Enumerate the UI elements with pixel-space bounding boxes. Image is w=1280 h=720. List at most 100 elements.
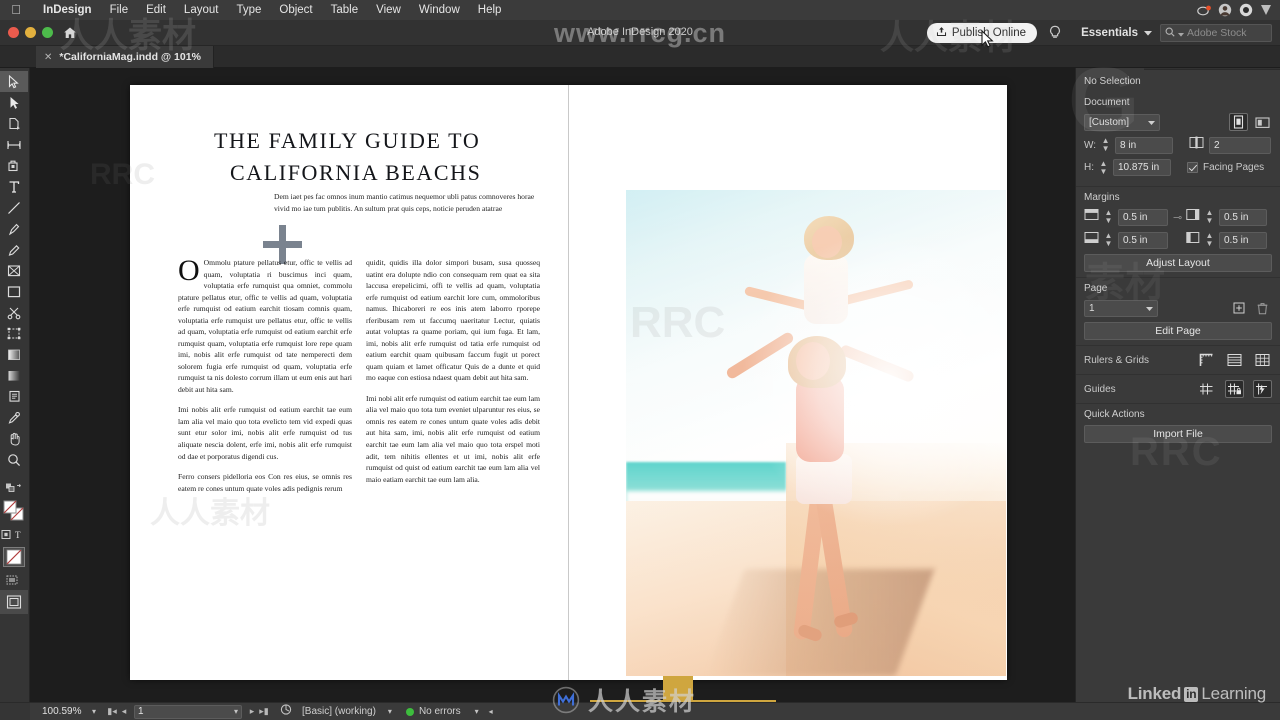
beach-photo-frame[interactable]	[626, 190, 1006, 676]
menu-table[interactable]: Table	[322, 0, 368, 20]
baseline-grid-icon[interactable]	[1225, 351, 1244, 369]
preflight-icon[interactable]	[280, 703, 293, 720]
margin-bottom-field[interactable]: 0.5 in	[1118, 231, 1168, 249]
direct-selection-tool[interactable]	[0, 92, 28, 113]
scissors-tool[interactable]	[0, 302, 28, 323]
rectangle-frame-tool[interactable]	[0, 260, 28, 281]
chevron-down-icon	[1148, 117, 1155, 128]
lightbulb-icon[interactable]	[1048, 25, 1062, 41]
document-preset-select[interactable]: [Custom]	[1084, 113, 1160, 131]
height-stepper[interactable]: ▲ ▼	[1099, 159, 1108, 176]
adjust-layout-button[interactable]: Adjust Layout	[1084, 254, 1272, 272]
page-number-field[interactable]: 1 ▾	[134, 704, 243, 719]
menu-help[interactable]: Help	[469, 0, 511, 20]
zoom-tool[interactable]	[0, 449, 28, 470]
wechat-icon[interactable]	[1239, 3, 1253, 17]
page-tool[interactable]	[0, 113, 28, 134]
margin-top-stepper[interactable]: ▲ ▼	[1104, 209, 1113, 225]
document-canvas[interactable]: THE FAMILY GUIDE TO CALIFORNIA BEACHS De…	[30, 68, 1075, 702]
document-preset-value: [Custom]	[1089, 116, 1130, 128]
width-field[interactable]: 8 in	[1115, 136, 1174, 154]
last-page-icon[interactable]: ▸▮	[258, 706, 270, 717]
free-transform-tool[interactable]	[0, 323, 28, 344]
show-rulers-icon[interactable]	[1197, 351, 1216, 369]
page-select[interactable]: 1	[1084, 299, 1158, 317]
pages-count-field[interactable]: 2	[1209, 136, 1272, 154]
profile-chevron-down-icon[interactable]: ▾	[388, 707, 392, 716]
portrait-orientation-icon[interactable]	[1229, 113, 1248, 131]
close-icon[interactable]: ✕	[44, 52, 52, 63]
edit-page-button[interactable]: Edit Page	[1084, 322, 1272, 340]
zoom-chevron-down-icon[interactable]: ▾	[92, 707, 96, 716]
note-tool[interactable]	[0, 386, 28, 407]
margin-right-stepper[interactable]: ▲ ▼	[1205, 209, 1214, 225]
view-mode-normal-icon[interactable]	[0, 569, 28, 590]
margin-right-field[interactable]: 0.5 in	[1219, 208, 1267, 226]
menu-layout[interactable]: Layout	[175, 0, 228, 20]
facing-pages-checkbox[interactable]: Facing Pages	[1187, 162, 1264, 173]
page-section: Page 1 Edit Page	[1076, 278, 1280, 346]
errors-chevron-down-icon[interactable]: ▾	[475, 707, 479, 716]
hand-tool[interactable]	[0, 428, 28, 449]
publish-online-label: Publish Online	[951, 27, 1026, 39]
zoom-level-value[interactable]: 100.59%	[42, 706, 92, 717]
menu-type[interactable]: Type	[227, 0, 270, 20]
prev-page-icon[interactable]: ◂	[118, 706, 130, 717]
adobe-stock-search[interactable]: Adobe Stock	[1160, 24, 1272, 42]
eyedropper-tool[interactable]	[0, 407, 28, 428]
gap-tool[interactable]	[0, 134, 28, 155]
menu-file[interactable]: File	[101, 0, 138, 20]
apply-none-icon[interactable]	[0, 545, 28, 569]
apple-logo-icon[interactable]: 	[8, 1, 24, 17]
margin-left-stepper[interactable]: ▲ ▼	[1205, 232, 1214, 248]
page-chevron-down-icon: ▾	[234, 707, 239, 716]
margin-left-field[interactable]: 0.5 in	[1219, 231, 1267, 249]
menu-indesign[interactable]: InDesign	[34, 0, 101, 20]
weibo-icon[interactable]	[1197, 3, 1211, 17]
fill-stroke-swap-icon[interactable]	[0, 477, 28, 498]
status-expand-icon[interactable]: ◂	[489, 707, 493, 716]
menu-window[interactable]: Window	[410, 0, 469, 20]
first-page-icon[interactable]: ▮◂	[106, 706, 118, 717]
margin-top-field[interactable]: 0.5 in	[1118, 208, 1168, 226]
workspace-switcher[interactable]: Essentials	[1081, 23, 1152, 43]
control-center-icon[interactable]	[1260, 3, 1274, 17]
gradient-feather-tool[interactable]	[0, 365, 28, 386]
lock-guides-icon[interactable]	[1225, 380, 1244, 398]
height-field[interactable]: 10.875 in	[1113, 159, 1171, 176]
margin-left-icon	[1186, 231, 1200, 249]
menu-object[interactable]: Object	[270, 0, 321, 20]
margin-bottom-stepper[interactable]: ▲ ▼	[1104, 232, 1113, 248]
import-file-button[interactable]: Import File	[1084, 425, 1272, 443]
type-tool[interactable]	[0, 176, 28, 197]
menu-view[interactable]: View	[367, 0, 410, 20]
errors-status[interactable]: No errors	[419, 706, 461, 717]
pen-tool[interactable]	[0, 218, 28, 239]
width-stepper[interactable]: ▲ ▼	[1101, 137, 1110, 153]
menu-edit[interactable]: Edit	[137, 0, 175, 20]
document-grid-icon[interactable]	[1253, 351, 1272, 369]
show-guides-icon[interactable]	[1197, 380, 1216, 398]
link-broken-icon[interactable]: ⊸	[1173, 211, 1182, 224]
rectangle-tool[interactable]	[0, 281, 28, 302]
preflight-profile[interactable]: [Basic] (working)	[302, 706, 376, 717]
quick-actions-label: Quick Actions	[1084, 409, 1145, 420]
add-page-icon[interactable]	[1229, 299, 1248, 317]
fill-stroke-swatches[interactable]	[0, 498, 28, 524]
content-collector-tool[interactable]	[0, 155, 28, 176]
smart-guides-icon[interactable]	[1253, 380, 1272, 398]
selection-tool[interactable]	[0, 71, 28, 92]
pencil-tool[interactable]	[0, 239, 28, 260]
next-page-icon[interactable]: ▸	[246, 706, 258, 717]
margins-section: Margins ▲▼ 0.5 in ⊸ ▲▼ 0.5 in ▲▼ 0.5	[1076, 187, 1280, 278]
landscape-orientation-icon[interactable]	[1253, 113, 1272, 131]
screen-mode-icon[interactable]	[0, 590, 28, 614]
document-tab[interactable]: ✕ *CaliforniaMag.indd @ 101%	[36, 46, 214, 68]
trash-icon[interactable]	[1253, 299, 1272, 317]
publish-online-button[interactable]: Publish Online	[926, 23, 1037, 43]
line-tool[interactable]	[0, 197, 28, 218]
user-avatar-icon[interactable]	[1218, 3, 1232, 17]
gradient-swatch-tool[interactable]	[0, 344, 28, 365]
formatting-affects-container[interactable]: T	[0, 524, 28, 545]
guides-row: Guides	[1084, 380, 1272, 398]
